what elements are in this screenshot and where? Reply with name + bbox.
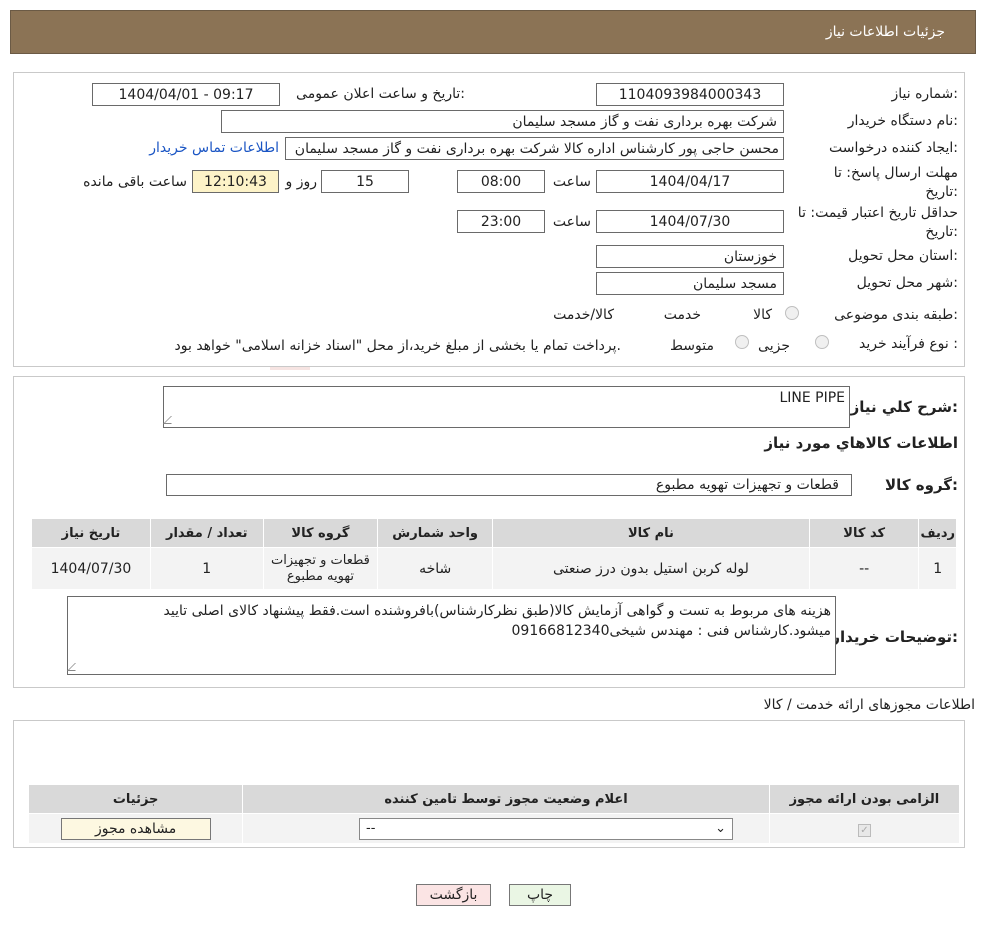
province-field: خوزستان	[596, 245, 784, 268]
required-cell: ✓	[768, 813, 961, 844]
cell-row: 1	[918, 547, 957, 590]
city-label: شهر محل تحویل:	[856, 275, 958, 291]
province-label: استان محل تحویل:	[848, 248, 958, 264]
buyer-notes-text: هزینه های مربوط به تست و گواهی آزمایش کا…	[163, 603, 831, 639]
validity-date-field: 1404/07/30	[596, 210, 784, 233]
process-type-label: نوع فرآیند خرید :	[859, 336, 958, 352]
col-header-status: اعلام وضعیت مجوز توسط تامین کننده	[242, 784, 770, 814]
deadline-time-field: 08:00	[457, 170, 545, 193]
buyer-org-field: شرکت بهره برداری نفت و گاز مسجد سلیمان	[221, 110, 784, 133]
col-header-date: تاریخ نیاز	[31, 518, 151, 548]
col-header-qty: تعداد / مقدار	[149, 518, 264, 548]
category-goods-service-label: کالا/خدمت	[553, 307, 614, 323]
col-header-code: کد کالا	[808, 518, 920, 548]
process-note: پرداخت تمام یا بخشی از مبلغ خرید،از محل …	[174, 338, 621, 354]
permits-title: اطلاعات مجوزهای ارائه خدمت / کالا	[763, 697, 975, 713]
deadline-label-date: تاریخ:	[925, 184, 958, 200]
category-goods-label: کالا	[753, 307, 772, 323]
required-checkbox[interactable]: ✓	[857, 823, 871, 837]
process-medium-label: متوسط	[670, 338, 714, 354]
need-number-field: 1104093984000343	[596, 83, 784, 106]
cell-name: لوله کربن استیل بدون درز صنعتی	[492, 547, 810, 590]
need-number-label: شماره نیاز:	[891, 86, 958, 102]
col-header-group: گروه کالا	[262, 518, 379, 548]
goods-group-field: قطعات و تجهیزات تهویه مطبوع	[166, 474, 852, 496]
days-label: روز و	[285, 174, 318, 190]
page-title: جزئیات اطلاعات نیاز	[825, 24, 945, 40]
col-header-unit: واحد شمارش	[377, 518, 494, 548]
process-minor-radio[interactable]	[815, 335, 829, 349]
permit-status-value: --	[366, 821, 376, 836]
remaining-time-label: ساعت باقی مانده	[83, 174, 187, 190]
goods-group-value: قطعات و تجهیزات تهویه مطبوع	[655, 477, 839, 493]
status-cell: ⌄ --	[242, 813, 770, 844]
permit-status-select[interactable]: ⌄ --	[359, 817, 734, 840]
chevron-down-icon: ⌄	[715, 821, 727, 836]
deadline-label: مهلت ارسال پاسخ: تا	[833, 165, 958, 181]
cell-code: --	[808, 547, 920, 590]
col-header-name: نام کالا	[492, 518, 810, 548]
goods-table: ردیف کد کالا نام کالا واحد شمارش گروه کا…	[31, 518, 957, 590]
cell-date: 1404/07/30	[31, 547, 151, 590]
city-field: مسجد سلیمان	[596, 272, 784, 295]
buyer-org-label: نام دستگاه خریدار:	[847, 113, 958, 129]
validity-label-date: تاریخ:	[925, 224, 958, 240]
details-cell: مشاهده مجوز	[27, 813, 244, 844]
category-service-label: خدمت	[663, 307, 701, 323]
resize-grip-icon[interactable]	[67, 663, 83, 671]
validity-time-label: ساعت	[552, 214, 591, 230]
col-header-row: ردیف	[918, 518, 957, 548]
goods-group-label: گروه کالا:	[885, 476, 958, 494]
goods-info-title: اطلاعات کالاهاي مورد نياز	[764, 434, 958, 452]
cell-unit: شاخه	[377, 547, 494, 590]
col-header-details: جزئیات	[27, 784, 244, 814]
process-medium-radio[interactable]	[735, 335, 749, 349]
general-desc-label: شرح کلي نياز:	[850, 398, 958, 416]
table-row: ✓ ⌄ -- مشاهده مجوز	[27, 813, 961, 844]
view-permit-button[interactable]: مشاهده مجوز	[60, 817, 211, 840]
print-button[interactable]: چاپ	[509, 884, 571, 906]
back-button[interactable]: بازگشت	[416, 884, 491, 906]
announce-datetime-label: تاریخ و ساعت اعلان عمومی:	[296, 86, 465, 102]
category-label: طبقه بندی موضوعی:	[834, 307, 958, 323]
days-remaining-field: 15	[321, 170, 409, 193]
announce-datetime-field: 1404/04/01 - 09:17	[92, 83, 280, 106]
permits-table: الزامی بودن ارائه مجوز اعلام وضعیت مجوز …	[27, 784, 961, 844]
resize-grip-icon[interactable]	[163, 416, 179, 424]
deadline-time-label: ساعت	[552, 174, 591, 190]
col-header-required: الزامی بودن ارائه مجوز	[768, 784, 961, 814]
process-minor-label: جزیی	[758, 338, 790, 354]
cell-qty: 1	[149, 547, 264, 590]
validity-label: حداقل تاریخ اعتبار قیمت: تا	[797, 205, 958, 221]
validity-time-field: 23:00	[457, 210, 545, 233]
remaining-time-field: 12:10:43	[192, 170, 279, 193]
general-desc-textarea[interactable]: LINE PIPE	[163, 386, 850, 428]
cell-group: قطعات و تجهیزات تهویه مطبوع	[262, 547, 379, 590]
general-desc-text: LINE PIPE	[779, 390, 845, 406]
page-header: جزئیات اطلاعات نیاز	[10, 10, 976, 54]
buyer-contact-link[interactable]: اطلاعات تماس خریدار	[149, 140, 279, 156]
deadline-date-field: 1404/04/17	[596, 170, 784, 193]
requester-label: ایجاد کننده درخواست:	[829, 140, 958, 156]
buyer-notes-label: توضیحات خریدار:	[831, 628, 958, 646]
table-row: 1 -- لوله کربن استیل بدون درز صنعتی شاخه…	[31, 547, 957, 590]
category-goods-radio[interactable]	[785, 306, 799, 320]
buyer-notes-textarea[interactable]: هزینه های مربوط به تست و گواهی آزمایش کا…	[67, 596, 836, 675]
requester-field: محسن حاجی پور کارشناس اداره کالا شرکت به…	[285, 137, 784, 160]
